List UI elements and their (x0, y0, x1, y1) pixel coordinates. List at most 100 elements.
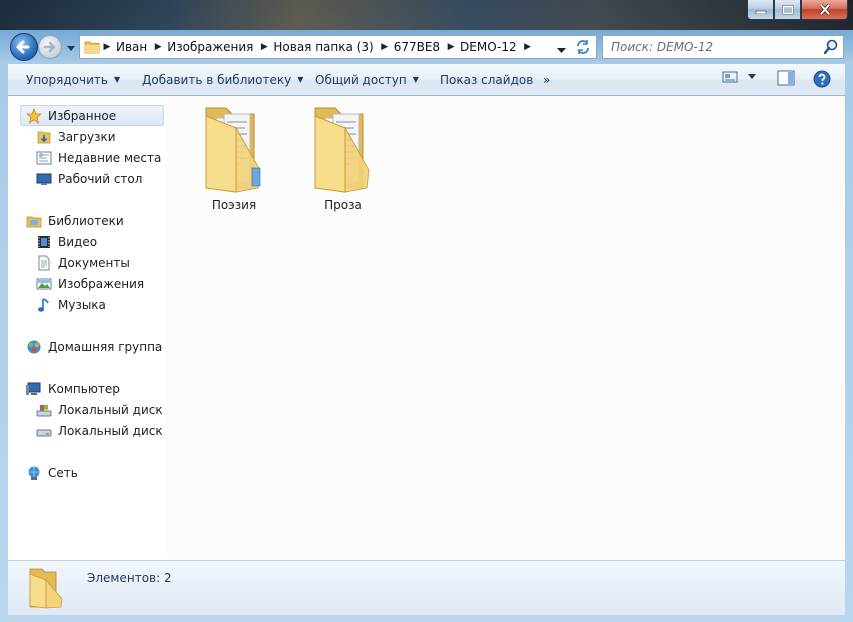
forward-button[interactable] (38, 35, 62, 59)
breadcrumb-separator-icon[interactable]: ▶ (444, 42, 458, 52)
chevron-down-icon (557, 48, 566, 53)
sidebar-item-music[interactable]: Музыка (36, 294, 106, 315)
back-button[interactable] (10, 33, 38, 61)
preview-pane-button[interactable] (777, 70, 795, 86)
caption-buttons (747, 0, 848, 20)
refresh-icon (577, 40, 589, 54)
file-list-view[interactable]: Поэзия Проза (166, 96, 845, 560)
search-icon[interactable] (822, 38, 840, 56)
breadcrumb-item-677be8[interactable]: 677BE8 (392, 40, 444, 54)
search-box[interactable] (602, 35, 844, 59)
sidebar-item-label: Библиотеки (48, 213, 124, 228)
maximize-button[interactable] (774, 0, 801, 20)
chevron-down-icon: ▼ (113, 75, 121, 84)
folder-item-prose[interactable]: Проза (293, 104, 393, 214)
sidebar-item-label: Локальный диск (C:) (58, 402, 166, 417)
close-icon (819, 4, 830, 15)
sidebar-item-videos[interactable]: Видео (36, 231, 97, 252)
view-icon (722, 71, 738, 83)
sidebar-item-homegroup[interactable]: Домашняя группа (26, 336, 162, 357)
video-icon (38, 235, 50, 248)
chevron-down-icon (67, 46, 75, 51)
navigation-pane[interactable]: Избранное Загрузки Недавние места Рабочи… (8, 96, 167, 560)
sidebar-item-libraries[interactable]: Библиотеки (26, 210, 124, 231)
sidebar-item-label: Документы (58, 255, 130, 270)
sidebar-item-label: Недавние места (58, 150, 162, 165)
sidebar-item-label: Локальный диск (D:) (58, 423, 166, 438)
minimize-icon (755, 10, 766, 14)
organize-menu[interactable]: Упорядочить ▼ (26, 64, 120, 95)
share-menu[interactable]: Общий доступ ▼ (315, 64, 419, 95)
sidebar-item-label: Сеть (48, 465, 78, 480)
libraries-icon (26, 216, 42, 227)
breadcrumb: ▶ Иван ▶ Изображения ▶ Новая папка (3) ▶… (100, 36, 535, 58)
star-icon (26, 107, 42, 124)
sidebar-item-label: Музыка (58, 297, 106, 312)
chevron-down-icon (748, 74, 756, 79)
sidebar-item-pictures[interactable]: Изображения (36, 273, 144, 294)
sidebar-item-desktop[interactable]: Рабочий стол (36, 168, 142, 189)
sidebar-item-local-disk-d[interactable]: Локальный диск (D:) (36, 420, 166, 441)
sidebar-item-label: Видео (58, 234, 98, 249)
more-commands-label: » (543, 72, 551, 87)
system-drive-icon (36, 404, 52, 416)
item-count: Элементов: 2 (87, 571, 172, 585)
refresh-button[interactable] (570, 35, 597, 59)
minimize-button[interactable] (747, 0, 774, 20)
address-bar[interactable]: ▶ Иван ▶ Изображения ▶ Новая папка (3) ▶… (79, 35, 571, 59)
title-bar[interactable] (0, 0, 853, 30)
sidebar-item-downloads[interactable]: Загрузки (36, 126, 116, 147)
folder-icon (205, 107, 261, 193)
sidebar-item-favorites[interactable]: Избранное (26, 105, 116, 126)
breadcrumb-item-new-folder[interactable]: Новая папка (3) (271, 40, 377, 54)
folder-icon (29, 568, 63, 609)
arrow-right-icon (43, 41, 56, 53)
sidebar-item-label: Рабочий стол (58, 171, 143, 186)
breadcrumb-separator-icon[interactable]: ▶ (257, 42, 271, 52)
add-to-library-menu[interactable]: Добавить в библиотеку ▼ (142, 64, 303, 95)
navigation-bar: ▶ Иван ▶ Изображения ▶ Новая папка (3) ▶… (0, 30, 853, 62)
folder-icon (314, 107, 370, 193)
chevron-down-icon: ▼ (412, 75, 419, 84)
search-input[interactable] (609, 39, 822, 55)
arrow-left-icon (16, 40, 30, 54)
breadcrumb-separator-icon[interactable]: ▶ (100, 42, 114, 52)
share-label: Общий доступ (315, 72, 407, 87)
sidebar-item-local-disk-c[interactable]: Локальный диск (C:) (36, 399, 166, 420)
document-icon (38, 255, 50, 270)
sidebar-item-label: Загрузки (58, 129, 116, 144)
explorer-content: Избранное Загрузки Недавние места Рабочи… (8, 96, 845, 560)
add-to-library-label: Добавить в библиотеку (142, 72, 292, 87)
downloads-folder-icon (37, 131, 51, 143)
music-note-icon (38, 297, 49, 312)
folder-name: Проза (324, 198, 362, 212)
more-commands-button[interactable]: » (543, 64, 550, 95)
breadcrumb-separator-icon[interactable]: ▶ (151, 42, 165, 52)
breadcrumb-separator-icon[interactable]: ▶ (521, 42, 535, 52)
sidebar-item-recent-places[interactable]: Недавние места (36, 147, 161, 168)
slideshow-button[interactable]: Показ слайдов (440, 64, 533, 95)
sidebar-item-computer[interactable]: Компьютер (26, 378, 120, 399)
breadcrumb-item-demo-12[interactable]: DEMO-12 (458, 40, 521, 54)
sidebar-item-documents[interactable]: Документы (36, 252, 130, 273)
sidebar-item-label: Изображения (58, 276, 145, 291)
help-button[interactable] (813, 70, 831, 88)
computer-icon (26, 382, 41, 395)
change-view-button[interactable] (722, 70, 758, 84)
breadcrumb-separator-icon[interactable]: ▶ (378, 42, 392, 52)
pictures-icon (36, 278, 52, 289)
maximize-icon (781, 4, 794, 15)
drive-icon (36, 429, 52, 436)
close-button[interactable] (801, 0, 848, 20)
sidebar-item-label: Домашняя группа (48, 339, 163, 354)
recent-pages-dropdown[interactable] (66, 42, 76, 56)
organize-label: Упорядочить (26, 72, 108, 87)
breadcrumb-item-user[interactable]: Иван (114, 40, 151, 54)
details-pane: Элементов: 2 (8, 560, 845, 615)
homegroup-icon (27, 340, 41, 353)
help-icon (813, 70, 831, 88)
address-history-dropdown[interactable] (557, 43, 566, 57)
breadcrumb-item-pictures[interactable]: Изображения (165, 40, 257, 54)
folder-item-poetry[interactable]: Поэзия (184, 104, 284, 214)
sidebar-item-network[interactable]: Сеть (26, 462, 78, 483)
